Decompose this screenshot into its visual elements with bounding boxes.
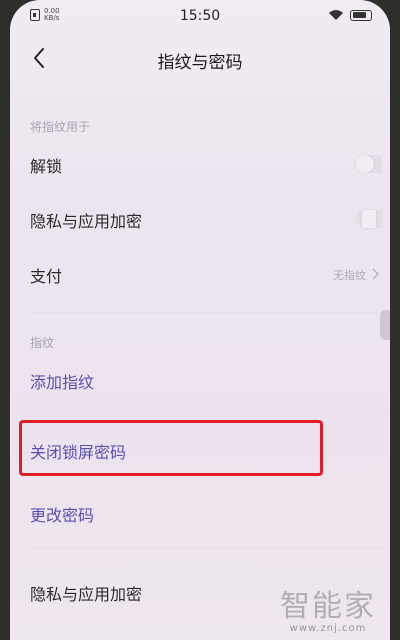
change-password-link[interactable]: 更改密码	[30, 502, 94, 526]
chevron-right-icon	[370, 266, 380, 280]
privacy-toggle[interactable]	[356, 210, 382, 228]
section-label-use-for: 将指纹用于	[30, 120, 91, 134]
phone-frame: 0.00 KB/s 15:50 指纹与密码 将指纹用于 解锁 隐私与应用加密 支…	[0, 0, 400, 640]
row-unlock-label: 解锁	[30, 157, 63, 176]
privacy-app-encryption-label: 隐私与应用加密	[30, 585, 143, 604]
battery-icon	[350, 9, 372, 21]
screen: 0.00 KB/s 15:50 指纹与密码 将指纹用于 解锁 隐私与应用加密 支…	[10, 0, 390, 640]
wifi-icon	[328, 9, 344, 21]
section-divider	[30, 548, 390, 549]
row-unlock[interactable]: 解锁	[10, 144, 390, 184]
section-label-fingerprint: 指纹	[30, 336, 55, 350]
toggle-knob	[356, 155, 374, 173]
row-payment[interactable]: 支付 无指纹	[10, 254, 390, 294]
section-divider	[30, 412, 390, 413]
app-header: 指纹与密码	[10, 40, 390, 80]
unlock-toggle[interactable]	[356, 155, 382, 173]
side-marker	[380, 310, 390, 340]
row-payment-label: 支付	[30, 267, 63, 286]
status-bar: 0.00 KB/s 15:50	[10, 0, 390, 34]
toggle-knob	[362, 210, 376, 228]
watermark-logo-text: 智能家	[280, 589, 376, 624]
battery-fill	[352, 12, 367, 18]
add-fingerprint-link[interactable]: 添加指纹	[30, 369, 94, 393]
payment-status: 无指纹	[333, 269, 366, 282]
row-add-fingerprint[interactable]: 添加指纹	[10, 360, 390, 400]
section-divider	[30, 312, 390, 313]
watermark-url: www.znj.com	[289, 623, 367, 634]
watermark: 智能家 www.znj.com	[280, 581, 376, 634]
status-right	[328, 9, 372, 21]
highlight-box	[19, 420, 323, 476]
row-change-password[interactable]: 更改密码	[10, 493, 390, 533]
row-privacy-app-encryption[interactable]: 隐私与应用加密	[10, 199, 390, 239]
page-title: 指纹与密码	[157, 53, 243, 73]
row-privacy-label: 隐私与应用加密	[30, 212, 143, 231]
